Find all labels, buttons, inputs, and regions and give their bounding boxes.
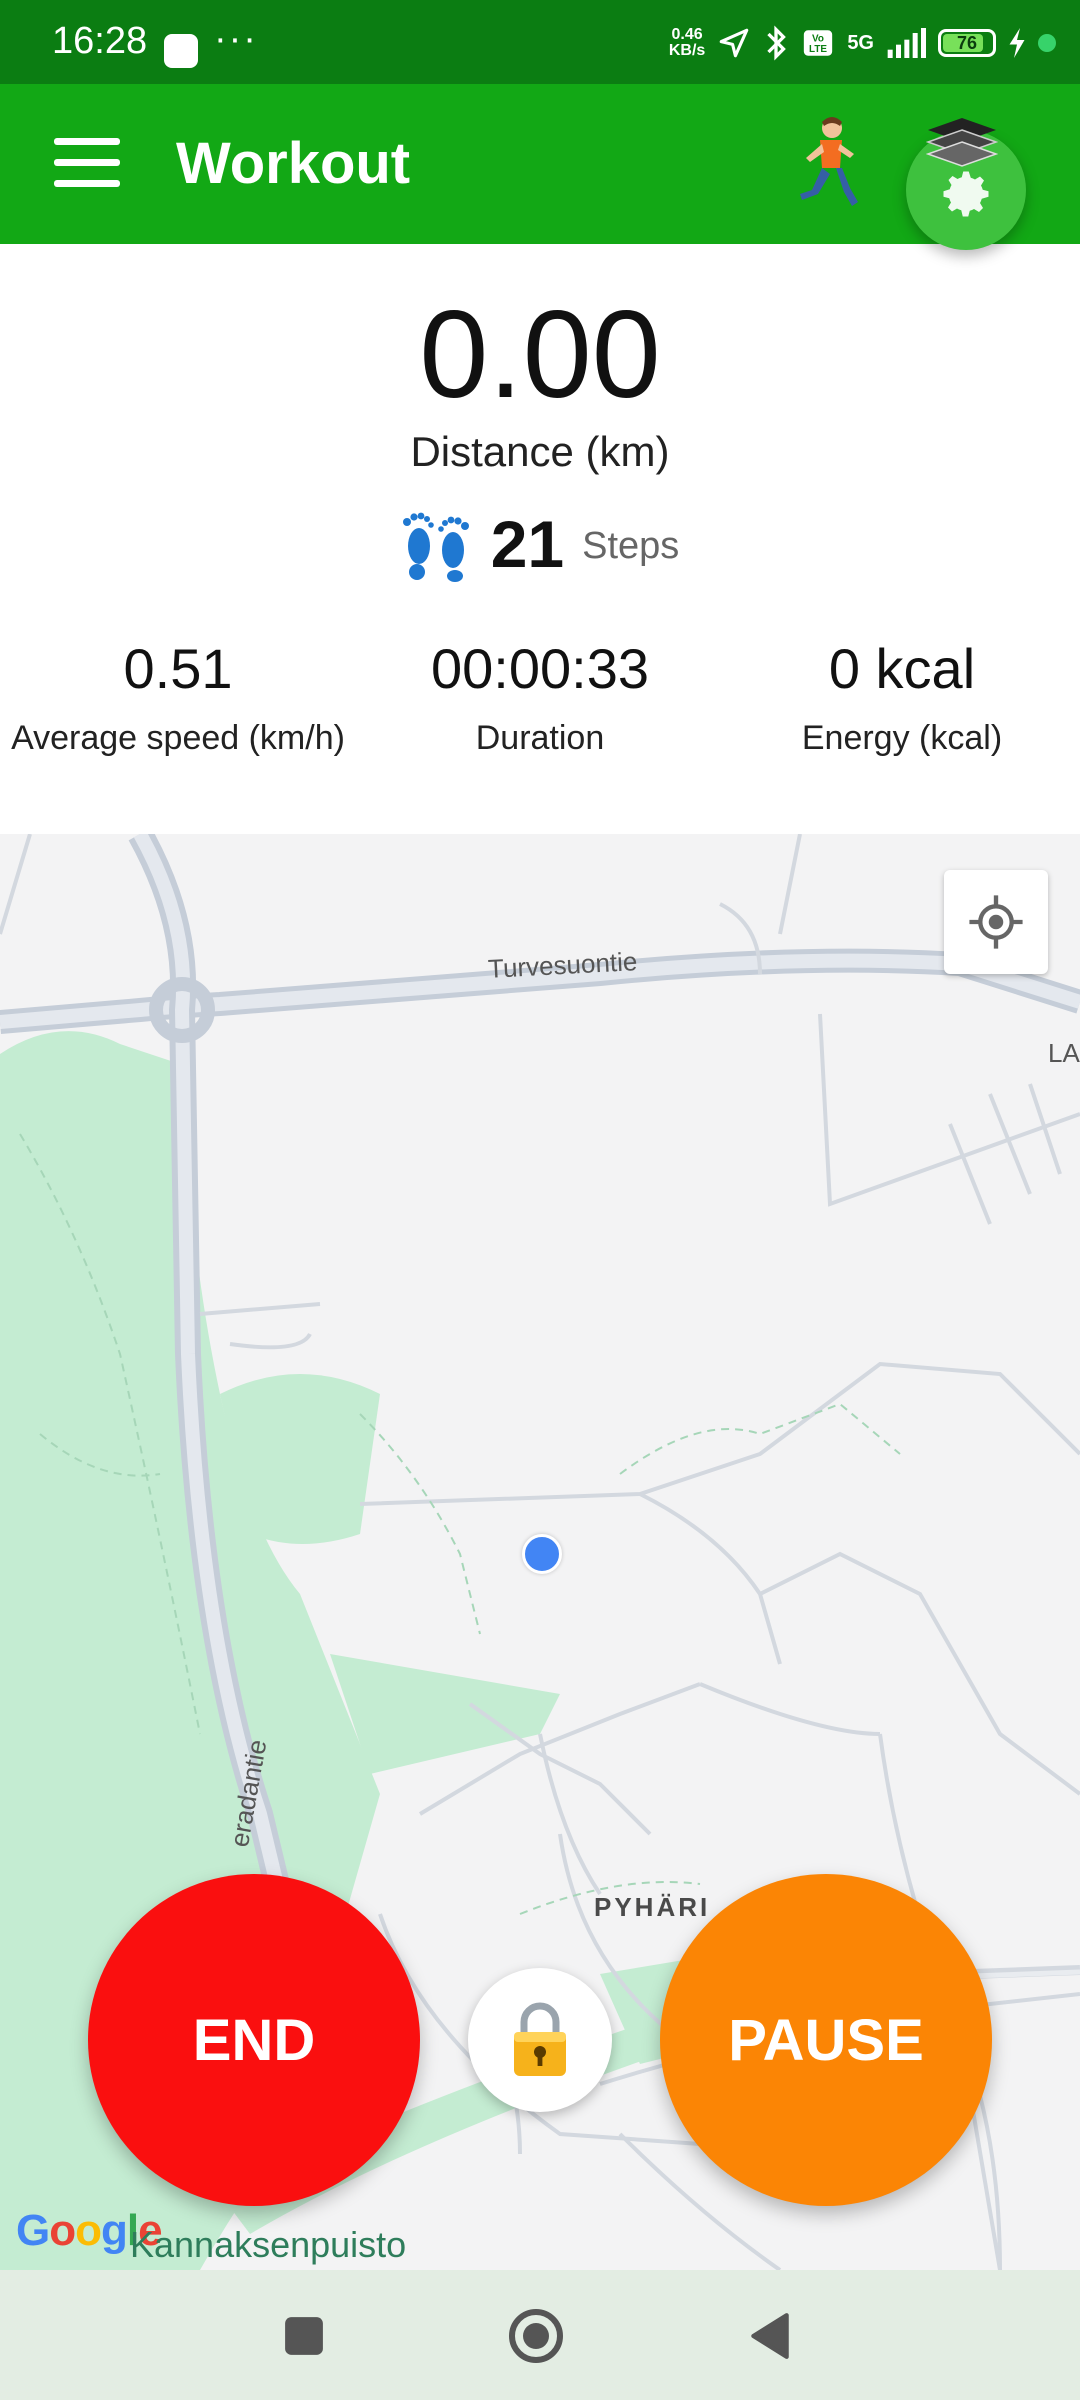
notification-app-icon [164, 34, 198, 68]
battery-level: 76 [956, 33, 978, 53]
steps-count: 21 [490, 507, 565, 581]
network-speed: 0.46 KB/s [669, 27, 705, 59]
location-arrow-icon [720, 28, 749, 58]
network-speed-value: 0.46 [671, 26, 703, 43]
network-type: 5G [847, 31, 874, 54]
duration-label: Duration [475, 719, 605, 757]
privacy-indicator [1038, 34, 1056, 52]
bluetooth-icon [767, 25, 787, 61]
square-icon [285, 2317, 323, 2355]
page-title: Workout [176, 131, 411, 196]
settings-button[interactable] [906, 118, 1026, 250]
steps-label: Steps [582, 524, 680, 567]
charging-icon [1009, 28, 1025, 58]
back-triangle-icon [751, 2313, 789, 2359]
back-button[interactable] [740, 2306, 800, 2366]
energy-value: 0 kcal [828, 637, 976, 700]
home-circle-icon [509, 2309, 563, 2363]
current-location-marker [522, 1534, 562, 1574]
status-icons: 0.46 KB/s Vo LTE 5G 76 [669, 16, 1056, 70]
crosshair-icon [969, 895, 1023, 949]
my-location-button[interactable] [944, 870, 1048, 974]
average-speed-metric: 0.51 Average speed (km/h) [0, 636, 356, 758]
network-speed-unit: KB/s [668, 42, 706, 59]
signal-icon [887, 28, 926, 58]
energy-metric: 0 kcal Energy (kcal) [724, 636, 1080, 758]
pause-button[interactable]: PAUSE [660, 1874, 992, 2206]
status-bar: 16:28 ··· 0.46 KB/s Vo LTE 5G 76 [0, 0, 1080, 84]
energy-label: Energy (kcal) [801, 719, 1003, 757]
lock-icon [514, 2002, 566, 2076]
average-speed-label: Average speed (km/h) [11, 719, 345, 757]
duration-metric: 00:00:33 Duration [356, 636, 724, 758]
map-label-edge: LA [1048, 1038, 1080, 1068]
map-label-district: PYHÄRI [594, 1892, 711, 1922]
steps-row: 21 Steps [0, 506, 1080, 582]
hamburger-icon[interactable] [54, 138, 120, 188]
lock-button[interactable] [468, 1968, 612, 2112]
footprints-icon [402, 512, 469, 582]
home-button[interactable] [506, 2306, 566, 2366]
svg-text:Vo: Vo [812, 34, 824, 45]
distance-label: Distance (km) [410, 428, 670, 475]
average-speed-value: 0.51 [123, 637, 233, 700]
distance-value: 0.00 [419, 286, 661, 424]
more-notifications-icon: ··· [214, 18, 258, 60]
system-nav-bar [0, 2270, 1080, 2400]
svg-text:LTE: LTE [809, 44, 827, 55]
volte-icon: VoLTE [804, 30, 833, 56]
end-button[interactable]: END [88, 1874, 420, 2206]
metrics-row: 0.51 Average speed (km/h) 00:00:33 Durat… [0, 636, 1080, 758]
duration-value: 00:00:33 [431, 637, 649, 700]
status-time: 16:28 [52, 20, 148, 62]
gear-icon [943, 171, 989, 217]
app-bar: Workout [0, 84, 1080, 250]
recents-button[interactable] [274, 2306, 334, 2366]
battery-icon: 76 [938, 29, 996, 57]
map-place-label: Kannaksenpuisto [130, 2224, 407, 2265]
runner-icon[interactable] [792, 114, 864, 214]
